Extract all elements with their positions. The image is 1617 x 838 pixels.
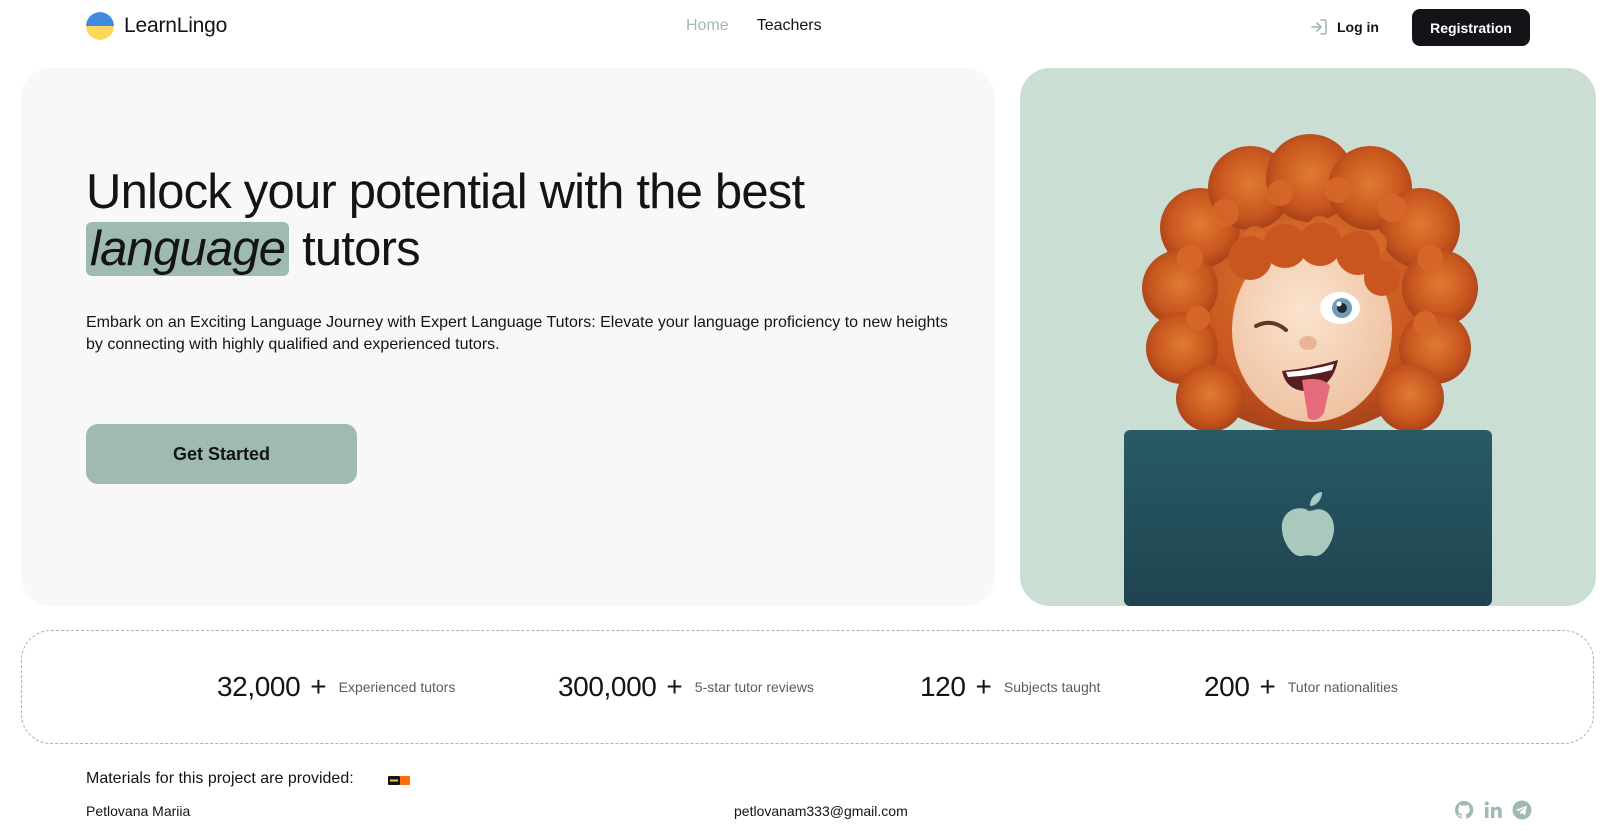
get-started-button[interactable]: Get Started [86, 424, 357, 484]
stat-item: 200 + Tutor nationalities [1204, 671, 1398, 703]
login-button[interactable]: Log in [1309, 17, 1379, 37]
stat-plus: + [1259, 671, 1276, 702]
ukraine-flag-icon [86, 12, 114, 40]
hero-panel: Unlock your potential with the best lang… [21, 68, 995, 606]
stat-plus: + [666, 671, 683, 702]
stat-value: 32,000 [217, 671, 301, 702]
logo-text: LearnLingo [124, 14, 228, 37]
open-eye [1320, 292, 1360, 324]
email-link[interactable]: petlovanam333@gmail.com [734, 803, 908, 819]
memoji-illustration [1124, 134, 1492, 606]
stat-plus: + [310, 671, 327, 702]
stat-label: Subjects taught [1003, 679, 1101, 695]
hero-title-part1: Unlock your potential with the best [86, 165, 805, 219]
stat-item: 300,000 + 5-star tutor reviews [558, 671, 814, 703]
stat-item: 32,000 + Experienced tutors [217, 671, 455, 703]
main-nav: Home Teachers [686, 17, 822, 35]
github-icon[interactable] [1454, 800, 1474, 820]
logo[interactable]: LearnLingo [86, 12, 227, 40]
social-links [1454, 800, 1532, 820]
login-label: Log in [1337, 19, 1379, 35]
nav-home-link[interactable]: Home [686, 17, 729, 35]
stat-label: Experienced tutors [338, 679, 456, 695]
stat-label: Tutor nationalities [1287, 679, 1398, 695]
author-name: Petlovana Mariia [86, 803, 191, 819]
telegram-icon[interactable] [1512, 800, 1532, 820]
hero-description: Embark on an Exciting Language Journey w… [86, 314, 948, 353]
stat-plus: + [975, 671, 992, 702]
hero-title: Unlock your potential with the best lang… [86, 164, 805, 278]
linkedin-icon[interactable] [1483, 800, 1503, 820]
stat-value: 120 [920, 671, 966, 702]
registration-button[interactable]: Registration [1412, 9, 1530, 46]
nav-teachers-link[interactable]: Teachers [757, 17, 822, 35]
goit-logo-icon[interactable] [388, 776, 410, 785]
stats-bar: 32,000 + Experienced tutors 300,000 + 5-… [21, 630, 1594, 744]
hero-title-part2: tutors [302, 222, 421, 276]
stat-value: 200 [1204, 671, 1250, 702]
materials-label: Materials for this project are provided: [86, 770, 354, 787]
login-icon [1311, 19, 1327, 35]
stat-item: 120 + Subjects taught [920, 671, 1100, 703]
hero-title-highlight: language [86, 222, 290, 276]
stat-value: 300,000 [558, 671, 657, 702]
stat-label: 5-star tutor reviews [694, 679, 814, 695]
hero-image-panel [1020, 68, 1596, 606]
header: LearnLingo Home Teachers Log in Registra… [0, 0, 1617, 54]
